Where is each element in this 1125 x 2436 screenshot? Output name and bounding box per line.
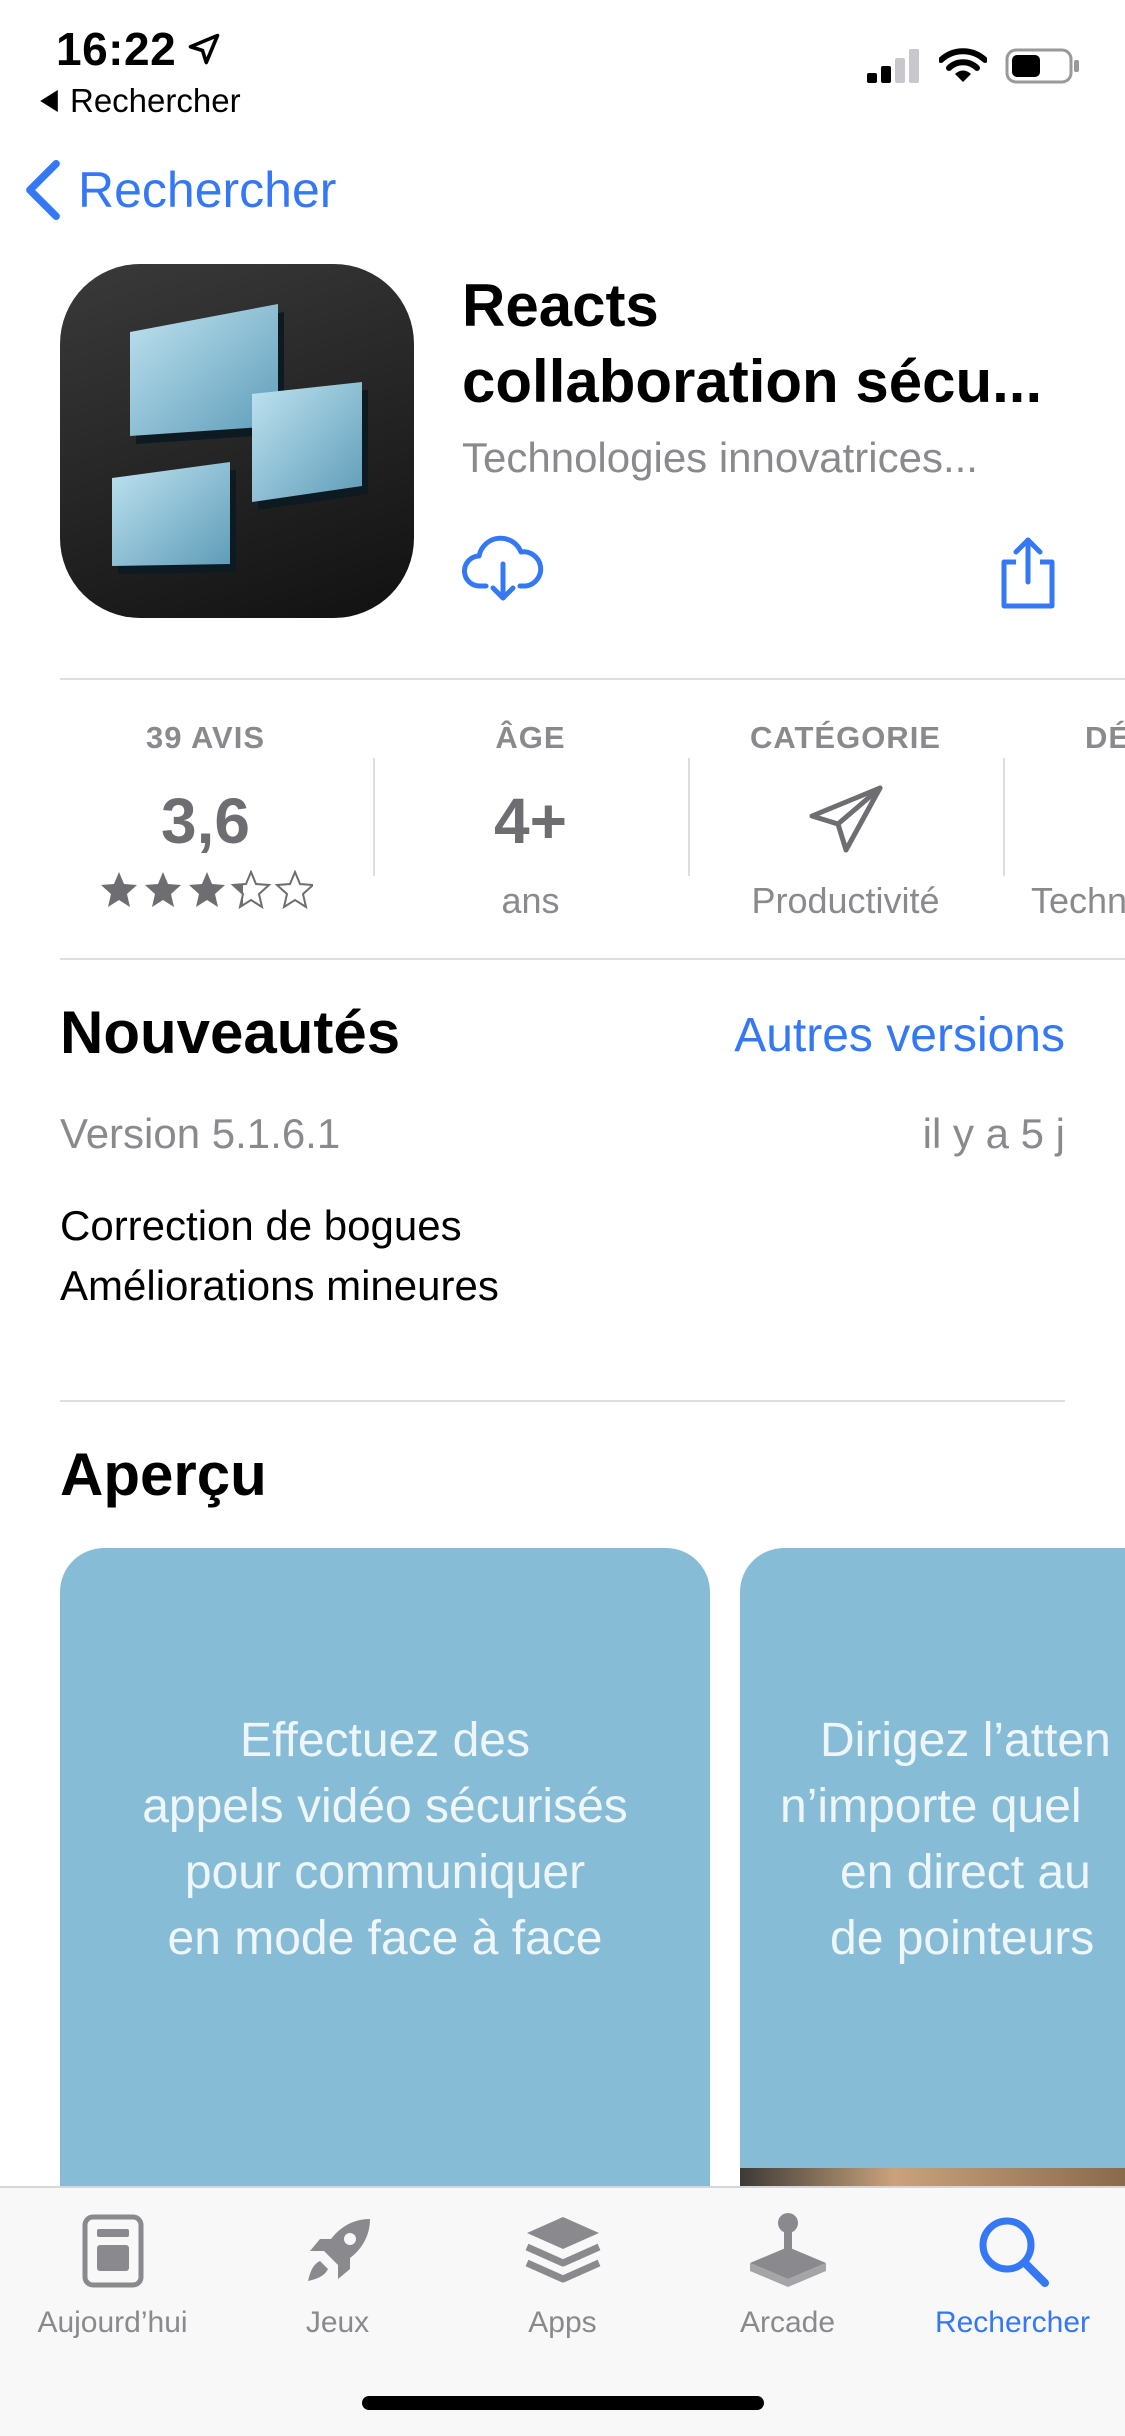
version-number: Version 5.1.6.1	[60, 1110, 341, 1157]
app-title-line1: Reacts	[462, 272, 659, 339]
status-icons	[867, 48, 1081, 84]
release-note-line: Correction de bogues	[60, 1202, 462, 1249]
category-column[interactable]: CATÉGORIE Productivité	[688, 680, 1003, 958]
other-versions-link[interactable]: Autres versions	[734, 1008, 1065, 1063]
chevron-left-icon	[26, 160, 60, 220]
tab-label: Jeux	[305, 2306, 370, 2339]
rocket-icon	[307, 2219, 370, 2281]
preview-caption: Dirigez l’atten n’importe quel en direct…	[740, 1708, 1125, 1972]
app-developer-subtitle[interactable]: Technologies innovatrices...	[462, 434, 1082, 482]
nav-back-label: Rechercher	[78, 162, 337, 218]
download-button[interactable]	[462, 534, 544, 604]
tab-label: Rechercher	[934, 2306, 1091, 2339]
category-sub: Productivité	[751, 880, 940, 921]
ratings-column[interactable]: 39 AVIS 3,6	[48, 680, 363, 958]
preview-caption: Effectuez des appels vidéo sécurisés pou…	[60, 1708, 710, 1972]
today-icon	[82, 2214, 143, 2288]
tab-arcade[interactable]: Arcade	[675, 2206, 900, 2340]
tab-label: Aujourd’hui	[37, 2306, 188, 2339]
developer-label: DÉ	[1085, 720, 1125, 755]
tab-label: Apps	[528, 2306, 597, 2339]
apps-stack-icon	[525, 2217, 600, 2283]
app-title: Reacts collaboration sécu...	[462, 268, 1082, 420]
star-rating-icon	[100, 871, 314, 908]
joystick-icon	[749, 2213, 826, 2287]
ratings-count-label: 39 AVIS	[146, 720, 265, 755]
share-icon	[1001, 537, 1055, 609]
reacts-logo-icon	[112, 304, 368, 574]
paper-plane-icon	[809, 785, 882, 853]
status-back-to-app[interactable]: Rechercher	[38, 82, 241, 120]
location-arrow-icon	[188, 33, 220, 65]
info-divider	[60, 958, 1125, 960]
status-time: 16:22	[56, 22, 222, 76]
age-label: ÂGE	[495, 720, 566, 755]
preview-caption-line: Effectuez des	[240, 1714, 530, 1767]
tab-today[interactable]: Aujourd’hui	[0, 2206, 225, 2340]
preview-screenshot-1[interactable]: Effectuez des appels vidéo sécurisés pou…	[60, 1548, 710, 2188]
app-icon	[60, 264, 414, 618]
home-indicator[interactable]	[362, 2396, 764, 2410]
preview-caption-line: en direct au	[840, 1846, 1091, 1899]
battery-icon	[1005, 48, 1079, 84]
age-value: 4+	[494, 785, 567, 857]
developer-column[interactable]: DÉ Techn	[1003, 680, 1125, 958]
status-back-label: Rechercher	[70, 82, 241, 119]
status-bar: 16:22 Rechercher	[0, 0, 1125, 130]
info-strip[interactable]: 39 AVIS 3,6 ÂGE 4+ ans CATÉGORIE Product…	[0, 680, 1125, 958]
share-button[interactable]	[996, 536, 1060, 610]
preview-caption-line: de pointeurs	[830, 1912, 1095, 1965]
search-icon	[979, 2217, 1049, 2287]
preview-caption-line: appels vidéo sécurisés	[142, 1780, 628, 1833]
tab-games[interactable]: Jeux	[225, 2206, 450, 2340]
preview-photo-strip	[740, 2168, 1125, 2188]
preview-caption-line: pour communiquer	[184, 1846, 586, 1899]
clock-text: 16:22	[56, 23, 177, 75]
preview-caption-line: Dirigez l’atten	[820, 1714, 1111, 1767]
app-title-line2: collaboration sécu...	[462, 348, 1043, 415]
preview-screenshot-2[interactable]: Dirigez l’atten n’importe quel en direct…	[740, 1548, 1125, 2188]
signal-icon	[867, 49, 919, 83]
preview-title: Aperçu	[60, 1441, 267, 1508]
wifi-icon	[939, 48, 987, 82]
tab-label: Arcade	[739, 2306, 836, 2339]
tab-apps[interactable]: Apps	[450, 2206, 675, 2340]
rating-value: 3,6	[161, 785, 250, 857]
age-sub: ans	[501, 880, 560, 921]
release-notes: Correction de bogues Améliorations mineu…	[60, 1196, 499, 1316]
whats-new-title: Nouveautés	[60, 999, 401, 1066]
rating-stars	[48, 870, 363, 920]
version-date: il y a 5 j	[922, 1110, 1065, 1157]
category-label: CATÉGORIE	[750, 720, 941, 755]
tab-search[interactable]: Rechercher	[900, 2206, 1125, 2340]
preview-caption-line: n’importe quel	[780, 1780, 1082, 1833]
back-triangle-icon	[40, 90, 58, 112]
developer-sub: Techn	[1031, 880, 1125, 921]
cloud-download-icon	[462, 535, 544, 601]
nav-back-button[interactable]: Rechercher	[24, 160, 336, 220]
age-column[interactable]: ÂGE 4+ ans	[373, 680, 688, 958]
preview-caption-line: en mode face à face	[167, 1912, 603, 1965]
release-note-line: Améliorations mineures	[60, 1262, 499, 1309]
whats-new-divider	[60, 1400, 1065, 1402]
